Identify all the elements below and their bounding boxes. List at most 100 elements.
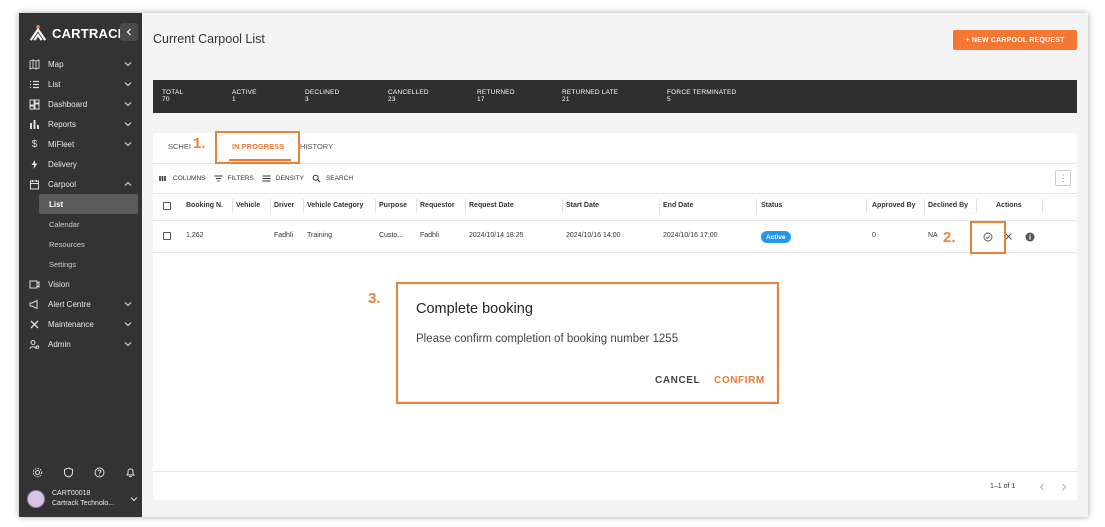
column-separator [232,199,233,213]
sidebar-item-label: Map [48,59,64,69]
chevron-down-icon [124,102,132,107]
sidebar-item-reports[interactable]: Reports [19,114,142,134]
col-header-requestor[interactable]: Requestor [420,202,455,209]
annotation-step-2: 2. [943,229,956,246]
col-header-request-date[interactable]: Request Date [469,202,514,209]
bolt-icon [29,159,40,170]
col-header-start-date[interactable]: Start Date [566,202,599,209]
chevron-up-icon [124,181,132,186]
cell-booking: 1,262 [186,232,204,239]
sidebar-item-carpool[interactable]: Carpool [19,174,142,194]
column-separator [270,199,271,213]
chevron-down-icon [124,82,132,87]
sidebar-item-delivery[interactable]: Delivery [19,154,142,174]
booking-info-button[interactable] [1024,231,1035,242]
stat-value: 21 [562,96,570,103]
tools-icon [29,319,40,330]
col-header-vehicle[interactable]: Vehicle [236,202,260,209]
annotation-box-tab [215,131,300,164]
cell-end-date: 2024/10/16 17:00 [663,232,718,239]
sidebar-item-admin[interactable]: Admin [19,334,142,354]
sidebar-item-map[interactable]: Map [19,54,142,74]
sidebar-subitem-list[interactable]: List [39,194,138,214]
col-header-declined-by[interactable]: Declined By [928,202,968,209]
column-separator [1042,199,1043,213]
col-header-vehicle-category[interactable]: Vehicle Category [307,202,363,209]
more-options-button[interactable]: ⋮ [1055,170,1071,186]
grid-toolbar: COLUMNS FILTERS DENSITY SEARCH [159,173,361,183]
annotation-step-3: 3. [368,290,381,307]
bell-icon[interactable] [124,466,136,478]
sidebar-item-label: Delivery [48,159,77,169]
next-page-button[interactable] [1059,482,1069,492]
new-carpool-request-button[interactable]: + NEW CARPOOL REQUEST [953,30,1077,50]
header-bottom-divider [153,220,1077,221]
stat-label: FORCE TERMINATED [667,89,737,96]
column-separator [416,199,417,213]
filters-button[interactable]: FILTERS [214,174,254,183]
annotation-step-1: 1. [193,135,206,152]
stat-value: 17 [477,96,485,103]
sidebar-item-alert-centre[interactable]: Alert Centre [19,294,142,314]
search-button[interactable]: SEARCH [312,174,353,183]
previous-page-button[interactable] [1037,482,1047,492]
col-header-approved-by[interactable]: Approved By [872,202,916,209]
annotation-box-dialog [396,282,779,404]
chevron-down-icon [124,322,132,327]
density-button[interactable]: DENSITY [262,174,304,183]
sidebar-item-label: Resources [49,239,85,249]
sidebar-bottom-icons [31,466,136,478]
col-header-end-date[interactable]: End Date [663,202,693,209]
stat-value: 3 [305,96,309,103]
stat-force-terminated: FORCE TERMINATED 5 [667,89,736,103]
main-content: Current Carpool List + NEW CARPOOL REQUE… [142,13,1088,517]
user-info: CART00018 Cartrack Technolo... [52,489,114,509]
kebab-icon: ⋮ [1058,172,1068,183]
collapse-sidebar-button[interactable] [120,23,138,41]
help-icon[interactable] [93,466,105,478]
sidebar-item-mifleet[interactable]: $ MiFleet [19,134,142,154]
tab-scheduled[interactable]: SCHEI [168,142,191,156]
columns-button[interactable]: COLUMNS [159,174,206,183]
dashboard-icon [29,99,40,110]
search-icon [312,174,321,183]
tab-history[interactable]: HISTORY [300,142,333,156]
sidebar-subitem-calendar[interactable]: Calendar [19,214,142,234]
sidebar-item-label: Vision [48,279,70,289]
row-checkbox[interactable] [163,232,171,240]
stat-label: RETURNED LATE [562,89,619,96]
sidebar-item-vision[interactable]: Vision [19,274,142,294]
col-header-purpose[interactable]: Purpose [379,202,407,209]
col-header-driver[interactable]: Driver [274,202,294,209]
chevron-right-icon [1062,483,1067,491]
filters-label: FILTERS [227,174,254,182]
filter-icon [214,174,223,183]
annotation-box-action [970,221,1006,254]
sidebar-subitem-resources[interactable]: Resources [19,234,142,254]
select-all-checkbox[interactable] [163,202,171,210]
settings-icon[interactable] [31,466,43,478]
sidebar-subitem-settings[interactable]: Settings [19,254,142,274]
sidebar-item-maintenance[interactable]: Maintenance [19,314,142,334]
chevron-left-icon [126,28,131,36]
stat-returned-late: RETURNED LATE 21 [562,89,618,103]
col-header-status[interactable]: Status [761,202,782,209]
search-label: SEARCH [325,174,354,182]
stat-label: RETURNED [477,89,515,96]
user-menu[interactable]: CART00018 Cartrack Technolo... [27,487,139,511]
column-separator [866,199,867,213]
stat-value: 70 [162,96,170,103]
col-header-booking[interactable]: Booking N. [186,202,223,209]
stat-label: DECLINED [305,89,340,96]
sidebar-item-list[interactable]: List [19,74,142,94]
row-divider [153,252,1077,253]
column-separator [756,199,757,213]
cell-request-date: 2024/10/14 18:25 [469,232,524,239]
sidebar-item-label: List [48,79,61,89]
sidebar-item-dashboard[interactable]: Dashboard [19,94,142,114]
shield-icon[interactable] [62,466,74,478]
sidebar-nav: Map List Dashboard Reports $ MiFleet Del… [19,54,142,354]
app-window: CARTRACK Map List Dashboard Reports $ Mi… [19,13,1088,517]
status-badge: Active [761,231,791,243]
sidebar-item-label: Calendar [49,219,80,229]
